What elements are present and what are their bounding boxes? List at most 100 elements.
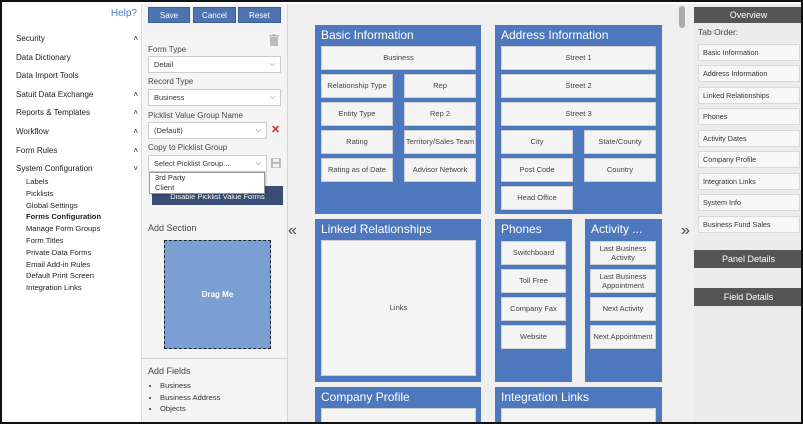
collapse-right-icon[interactable]: » (681, 222, 690, 240)
field-street-3[interactable]: Street 3 (501, 102, 656, 126)
field-website[interactable]: Website (501, 325, 566, 349)
field-links[interactable]: Links (321, 240, 476, 376)
field-advisor-network[interactable]: Advisor Network (404, 158, 476, 182)
field-last-business-activity[interactable]: Last Business Activity (590, 241, 656, 265)
field-last-business-appointment[interactable]: Last Business Appointment (590, 269, 656, 293)
nav-item-form-rules[interactable]: Form Rules ˄ (16, 142, 138, 161)
picklist-group-select[interactable]: (Default) ⌵ (148, 122, 267, 139)
tab-order-item[interactable]: Address Information (698, 65, 800, 82)
record-type-label: Record Type (148, 77, 194, 86)
panel-integration-links[interactable]: Integration Links (495, 387, 662, 422)
field-relationship-type[interactable]: Relationship Type (321, 74, 393, 98)
nav-item-satuit-data-exchange[interactable]: Satuit Data Exchange ˄ (16, 86, 138, 105)
field-switchboard[interactable]: Switchboard (501, 241, 566, 265)
tab-order-item[interactable]: Phones (698, 108, 800, 125)
panel-title: Integration Links (501, 390, 590, 404)
field-rep[interactable]: Rep (404, 74, 476, 98)
field-item[interactable]: Objects (160, 403, 220, 415)
nav-item-workflow[interactable]: Workflow ˄ (16, 123, 138, 142)
subnav-default-print-screen[interactable]: Default Print Screen (26, 270, 101, 282)
form-layout-canvas: « » Basic Information Business Relations… (288, 4, 694, 422)
panel-title: Address Information (501, 28, 609, 42)
field-company-fax[interactable]: Company Fax (501, 297, 566, 321)
scrollbar-thumb[interactable] (679, 6, 685, 28)
field-rep-2[interactable]: Rep 2 (404, 102, 476, 126)
subnav-private-data-forms[interactable]: Private Data Forms (26, 247, 101, 259)
nav-item-security[interactable]: Security ˄ (16, 30, 138, 49)
collapse-left-icon[interactable]: « (288, 222, 297, 240)
field-post-code[interactable]: Post Code (501, 158, 573, 182)
cancel-button[interactable]: Cancel (193, 7, 236, 23)
field-country[interactable]: Country (584, 158, 656, 182)
subnav-picklists[interactable]: Picklists (26, 188, 101, 200)
field-toll-free[interactable]: Toll Free (501, 269, 566, 293)
field-business[interactable]: Business (321, 46, 476, 70)
field-placeholder[interactable] (501, 408, 656, 422)
tab-order-item[interactable]: Business Fund Sales (698, 216, 800, 233)
field-item[interactable]: Business (160, 380, 220, 392)
dropdown-option-3rd-party[interactable]: 3rd Party (150, 173, 264, 183)
panel-phones[interactable]: Phones Switchboard Toll Free Company Fax… (495, 219, 572, 382)
panel-details-header[interactable]: Panel Details (694, 250, 801, 268)
admin-sidebar: Help? Security ˄ Data Dictionary Data Imp… (4, 4, 142, 422)
field-next-appointment[interactable]: Next Appointment (590, 325, 656, 349)
field-next-activity[interactable]: Next Activity (590, 297, 656, 321)
field-rating[interactable]: Rating (321, 130, 393, 154)
dropdown-option-client[interactable]: Client (150, 183, 264, 193)
tab-order-item[interactable]: Linked Relationships (698, 87, 800, 104)
form-type-select[interactable]: Detail ⌵ (148, 56, 281, 73)
divider (142, 358, 288, 359)
panel-address-information[interactable]: Address Information Street 1 Street 2 St… (495, 25, 662, 214)
panel-title: Activity ... (591, 222, 643, 236)
reset-button[interactable]: Reset (238, 7, 281, 23)
tab-order-item[interactable]: Basic Information (698, 44, 800, 61)
save-button[interactable]: Save (148, 7, 190, 23)
panel-title: Basic Information (321, 28, 414, 42)
chevron-up-icon: ˄ (133, 145, 138, 155)
drag-me-section[interactable]: Drag Me (164, 240, 271, 349)
add-fields-heading: Add Fields (148, 366, 191, 376)
record-type-select[interactable]: Business ⌵ (148, 89, 281, 106)
app-window: Help? Security ˄ Data Dictionary Data Imp… (0, 0, 803, 424)
subnav-manage-form-groups[interactable]: Manage Form Groups (26, 223, 101, 235)
floppy-disk-icon[interactable] (271, 158, 281, 168)
tab-order-item[interactable]: Integration Links (698, 173, 800, 190)
tab-order-item[interactable]: System Info (698, 194, 800, 211)
nav-item-data-import-tools[interactable]: Data Import Tools (16, 67, 138, 86)
help-link[interactable]: Help? (111, 8, 137, 19)
copy-picklist-label: Copy to Picklist Group (148, 143, 228, 152)
panel-title: Phones (501, 222, 542, 236)
nav-item-data-dictionary[interactable]: Data Dictionary (16, 49, 138, 68)
tab-order-label: Tab Order: (698, 27, 739, 37)
field-street-1[interactable]: Street 1 (501, 46, 656, 70)
subnav-forms-configuration[interactable]: Forms Configuration (26, 211, 101, 223)
panel-activity[interactable]: Activity ... Last Business Activity Last… (585, 219, 662, 382)
field-head-office[interactable]: Head Office (501, 186, 573, 210)
field-item[interactable]: Business Address (160, 392, 220, 404)
subnav-email-add-in-rules[interactable]: Email Add-in Rules (26, 259, 101, 271)
panel-company-profile[interactable]: Company Profile (315, 387, 481, 422)
subnav-global-settings[interactable]: Global Settings (26, 200, 101, 212)
field-street-2[interactable]: Street 2 (501, 74, 656, 98)
tab-order-item[interactable]: Activity Dates (698, 130, 800, 147)
field-state-county[interactable]: State/County (584, 130, 656, 154)
tab-order-item[interactable]: Company Profile (698, 151, 800, 168)
copy-picklist-select[interactable]: Select Picklist Group... ⌵ (148, 155, 267, 172)
panel-basic-information[interactable]: Basic Information Business Relationship … (315, 25, 481, 214)
panel-linked-relationships[interactable]: Linked Relationships Links (315, 219, 481, 382)
field-rating-as-of-date[interactable]: Rating as of Date (321, 158, 393, 182)
trash-icon[interactable] (269, 34, 279, 46)
field-placeholder[interactable] (321, 408, 476, 422)
subnav-labels[interactable]: Labels (26, 176, 101, 188)
add-section-heading: Add Section (148, 223, 197, 233)
subnav-form-titles[interactable]: Form Titles (26, 235, 101, 247)
field-details-header[interactable]: Field Details (694, 288, 801, 306)
field-city[interactable]: City (501, 130, 573, 154)
nav-item-reports-templates[interactable]: Reports & Templates ˄ (16, 104, 138, 123)
field-entity-type[interactable]: Entity Type (321, 102, 393, 126)
chevron-down-icon: ⌵ (255, 160, 261, 167)
picklist-group-dropdown: 3rd Party Client (149, 172, 265, 194)
subnav-integration-links[interactable]: Integration Links (26, 282, 101, 294)
delete-x-icon[interactable]: ✕ (271, 123, 280, 136)
field-territory-sales-team[interactable]: Territory/Sales Team (404, 130, 476, 154)
